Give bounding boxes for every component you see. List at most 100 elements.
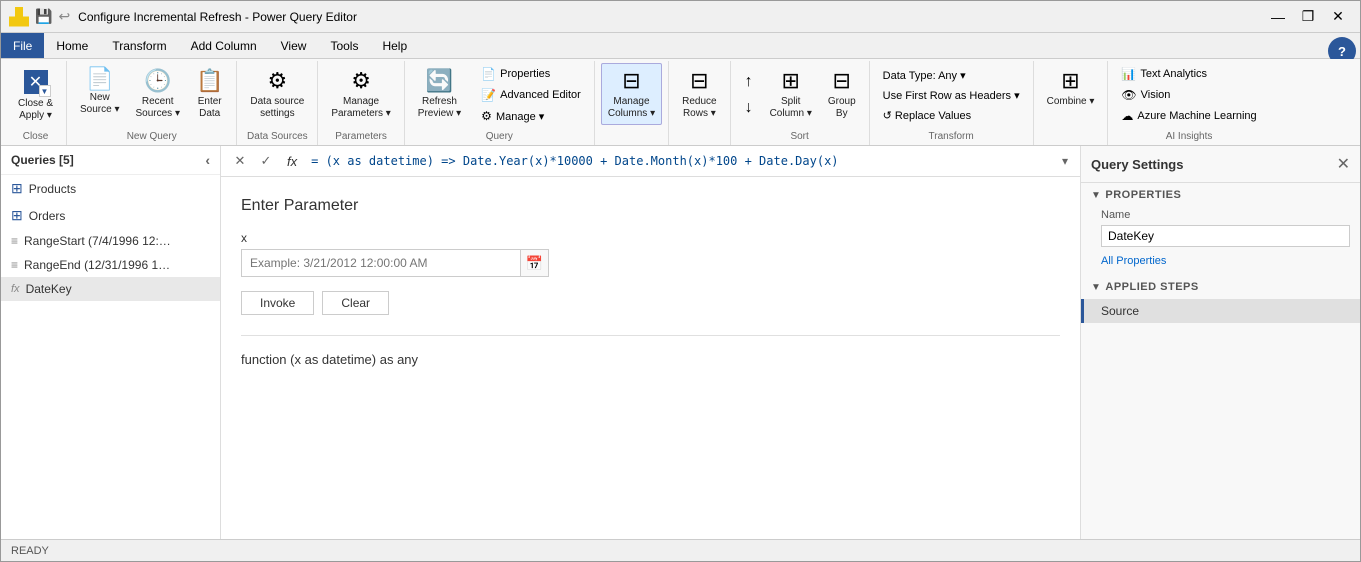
query-settings-panel: Query Settings ✕ ▼ PROPERTIES Name All P…	[1080, 146, 1360, 539]
menu-tools[interactable]: Tools	[318, 33, 370, 58]
refresh-preview-button[interactable]: 🔄 RefreshPreview ▾	[411, 63, 468, 127]
formula-input[interactable]	[307, 152, 1054, 170]
ribbon-group-data-sources: ⚙ Data sourcesettings Data Sources	[237, 61, 318, 145]
ribbon-group-sort: ↑ ↓ ⊞ SplitColumn ▾ ⊟ GroupBy	[731, 61, 870, 145]
ribbon-group-manage-columns: ⊟ ManageColumns ▾	[595, 61, 669, 145]
formula-bar: ✕ ✓ fx ▾	[221, 146, 1080, 177]
name-input[interactable]	[1101, 225, 1350, 247]
first-row-headers-button[interactable]: Use First Row as Headers ▾	[876, 86, 1027, 105]
data-source-settings-button[interactable]: ⚙ Data sourcesettings	[243, 63, 311, 125]
step-label-source: Source	[1101, 304, 1139, 318]
query-item-rangestart[interactable]: ≡ RangeStart (7/4/1996 12:…	[1, 229, 220, 253]
query-item-orders[interactable]: ⊞ Orders	[1, 202, 220, 229]
ribbon-group-ai-insights: 📊 Text Analytics 👁 Vision ☁ Azure Machin…	[1108, 61, 1269, 145]
vision-button[interactable]: 👁 Vision	[1114, 85, 1263, 105]
param-icon-rangeend: ≡	[11, 258, 18, 272]
ribbon-group-combine-label	[1040, 140, 1102, 145]
query-settings-title: Query Settings	[1091, 157, 1183, 172]
formula-dropdown-button[interactable]: ▾	[1058, 154, 1072, 168]
recent-sources-button[interactable]: 🕒 RecentSources ▾	[129, 63, 187, 125]
queries-collapse-button[interactable]: ‹	[205, 152, 210, 168]
sort-asc-button[interactable]: ↑	[737, 70, 761, 94]
param-icon-rangestart: ≡	[11, 234, 18, 248]
title-bar: 💾 ↩ Configure Incremental Refresh - Powe…	[1, 1, 1360, 33]
menu-bar: File Home Transform Add Column View Tool…	[1, 33, 1360, 59]
table-icon: ⊞	[11, 180, 23, 197]
param-buttons: Invoke Clear	[241, 291, 1060, 315]
menu-help[interactable]: Help	[370, 33, 419, 58]
func-icon-datekey: fx	[11, 283, 20, 295]
new-source-button[interactable]: 📄 NewSource ▾	[73, 63, 126, 121]
restore-button[interactable]: ❐	[1294, 5, 1322, 29]
query-item-rangeend[interactable]: ≡ RangeEnd (12/31/1996 1…	[1, 253, 220, 277]
reduce-rows-button[interactable]: ⊟ ReduceRows ▾	[675, 63, 723, 125]
advanced-editor-button[interactable]: 📝 Advanced Editor	[474, 85, 588, 105]
query-label-datekey: DateKey	[26, 282, 72, 296]
text-analytics-button[interactable]: 📊 Text Analytics	[1114, 64, 1263, 84]
query-label-products: Products	[29, 182, 76, 196]
enter-parameter-title: Enter Parameter	[241, 197, 1060, 215]
ribbon-group-reduce-rows: ⊟ ReduceRows ▾	[669, 61, 730, 145]
content-area: Enter Parameter x 📅 Invoke Clear functio…	[221, 177, 1080, 539]
enter-data-button[interactable]: 📋 EnterData	[189, 63, 230, 125]
queries-panel: Queries [5] ‹ ⊞ Products ⊞ Orders ≡ Rang…	[1, 146, 221, 539]
manage-parameters-button[interactable]: ⚙ ManageParameters ▾	[324, 63, 397, 125]
clear-button[interactable]: Clear	[322, 291, 389, 315]
queries-header: Queries [5] ‹	[1, 146, 220, 175]
menu-view[interactable]: View	[269, 33, 319, 58]
split-column-button[interactable]: ⊞ SplitColumn ▾	[763, 63, 819, 127]
ribbon-group-transform: Data Type: Any ▾ Use First Row as Header…	[870, 61, 1034, 145]
manage-columns-button[interactable]: ⊟ ManageColumns ▾	[601, 63, 662, 125]
ribbon-group-close-label: Close	[11, 129, 60, 145]
ribbon: ✕ ▼ Close &Apply ▾ Close	[1, 59, 1360, 146]
sort-desc-button[interactable]: ↓	[737, 96, 761, 120]
ribbon-group-parameters: ⚙ ManageParameters ▾ Parameters	[318, 61, 404, 145]
param-x-label: x	[241, 231, 1060, 245]
undo-icon: ↩	[58, 8, 70, 25]
menu-transform[interactable]: Transform	[100, 33, 178, 58]
step-item-source[interactable]: Source	[1081, 299, 1360, 323]
query-item-datekey[interactable]: fx DateKey	[1, 277, 220, 301]
formula-confirm-button[interactable]: ✓	[255, 150, 277, 172]
window-title: Configure Incremental Refresh - Power Qu…	[78, 10, 1264, 24]
query-label-orders: Orders	[29, 209, 66, 223]
replace-values-button[interactable]: ↺ Replace Values	[876, 106, 1027, 125]
calendar-button[interactable]: 📅	[521, 249, 549, 277]
invoke-button[interactable]: Invoke	[241, 291, 314, 315]
applied-steps-section-header: ▼ APPLIED STEPS	[1081, 275, 1360, 299]
azure-ml-button[interactable]: ☁ Azure Machine Learning	[1114, 106, 1263, 126]
data-type-button[interactable]: Data Type: Any ▾	[876, 66, 1027, 85]
properties-button[interactable]: 📄 Properties	[474, 64, 588, 84]
close-apply-label: Close &Apply ▾	[18, 98, 53, 122]
center-panel: ✕ ✓ fx ▾ Enter Parameter x 📅 Invoke Clea…	[221, 146, 1080, 539]
table-icon-orders: ⊞	[11, 207, 23, 224]
minimize-button[interactable]: —	[1264, 5, 1292, 29]
ribbon-group-query: 🔄 RefreshPreview ▾ 📄 Properties 📝 Advanc…	[405, 61, 595, 145]
ribbon-group-parameters-label: Parameters	[324, 129, 397, 145]
query-settings-close-button[interactable]: ✕	[1337, 154, 1350, 174]
param-input-field[interactable]	[241, 249, 521, 277]
menu-add-column[interactable]: Add Column	[179, 33, 269, 58]
combine-button[interactable]: ⊞ Combine ▾	[1040, 63, 1102, 113]
ribbon-group-new-query-label: New Query	[73, 129, 230, 145]
name-label: Name	[1081, 207, 1360, 223]
close-window-button[interactable]: ✕	[1324, 5, 1352, 29]
all-properties-link[interactable]: All Properties	[1081, 253, 1360, 275]
query-label-rangeend: RangeEnd (12/31/1996 1…	[24, 258, 170, 272]
status-text: READY	[11, 545, 49, 557]
menu-file[interactable]: File	[1, 33, 44, 58]
close-apply-button[interactable]: ✕ ▼ Close &Apply ▾	[11, 63, 60, 127]
main-area: Queries [5] ‹ ⊞ Products ⊞ Orders ≡ Rang…	[1, 146, 1360, 539]
ribbon-group-combine: ⊞ Combine ▾	[1034, 61, 1109, 145]
query-item-products[interactable]: ⊞ Products	[1, 175, 220, 202]
ribbon-group-reduce-rows-label	[675, 140, 723, 145]
manage-button[interactable]: ⚙ Manage ▾	[474, 106, 588, 126]
group-by-button[interactable]: ⊟ GroupBy	[821, 63, 863, 127]
save-icon: 💾	[35, 8, 52, 25]
ribbon-group-close: ✕ ▼ Close &Apply ▾ Close	[5, 61, 67, 145]
properties-section-header: ▼ PROPERTIES	[1081, 183, 1360, 207]
applied-steps-label: APPLIED STEPS	[1105, 281, 1198, 293]
formula-cancel-button[interactable]: ✕	[229, 150, 251, 172]
ribbon-group-data-sources-label: Data Sources	[243, 129, 311, 145]
menu-home[interactable]: Home	[44, 33, 100, 58]
